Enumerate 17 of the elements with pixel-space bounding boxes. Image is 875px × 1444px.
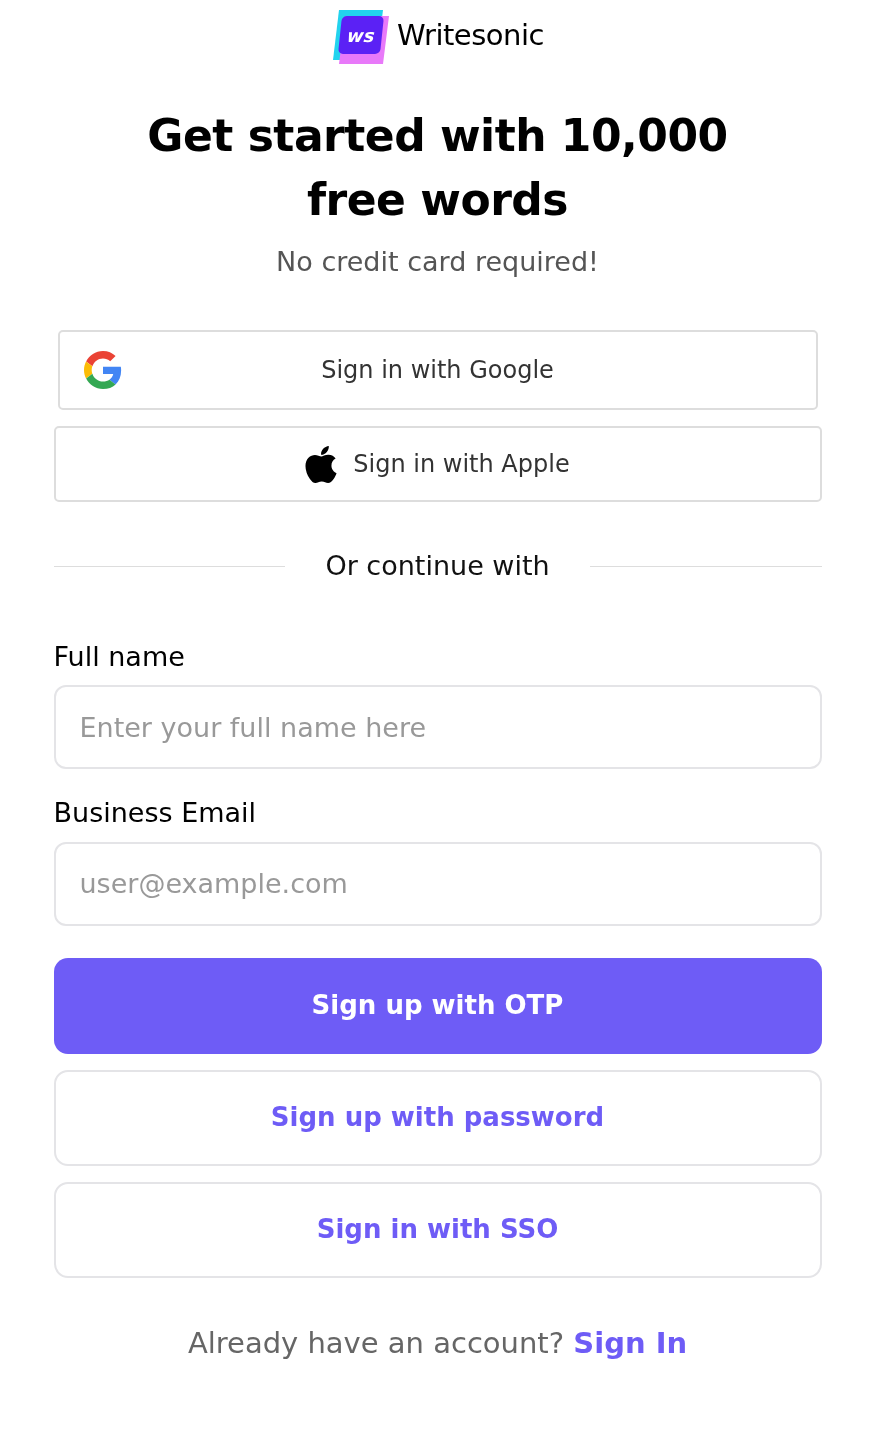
- brand-name: Writesonic: [397, 17, 544, 55]
- input-field[interactable]: Enter your full name here: [53, 685, 822, 770]
- signin-link[interactable]: Sign In: [573, 1325, 688, 1360]
- page-heading: Get started with 10,000 free words: [146, 109, 729, 227]
- field-label: Business Email: [53, 796, 257, 831]
- footer-text: Already have an account?: [187, 1325, 566, 1360]
- field-label: Full name: [53, 639, 185, 674]
- outline-button[interactable]: Sign up with password: [53, 1069, 822, 1166]
- divider-text: Or continue with: [324, 549, 551, 584]
- subheading: No credit card required!: [275, 244, 600, 279]
- google-signin-button[interactable]: Sign in with Google: [57, 330, 818, 411]
- input-field[interactable]: user@example.com: [53, 841, 822, 926]
- google-icon: [83, 351, 122, 390]
- outline-button[interactable]: Sign in with SSO: [53, 1181, 822, 1278]
- primary-button[interactable]: Sign up with OTP: [53, 957, 822, 1054]
- apple-signin-button[interactable]: Sign in with Apple: [53, 426, 822, 503]
- apple-icon: [305, 445, 338, 484]
